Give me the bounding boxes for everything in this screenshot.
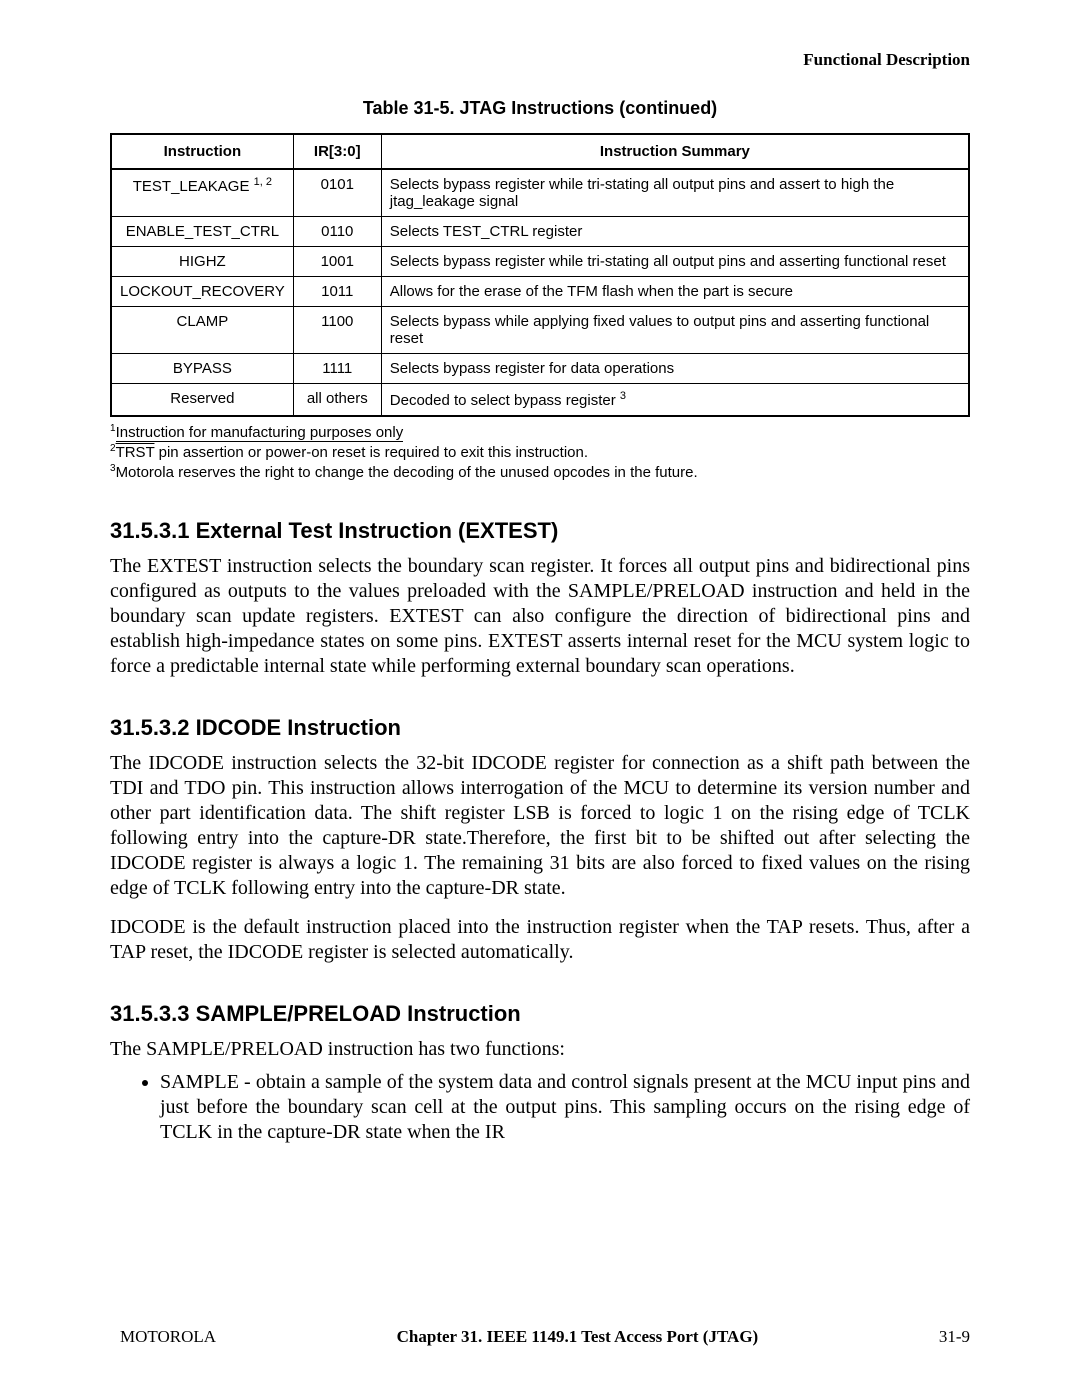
footer-left: MOTOROLA (120, 1327, 216, 1347)
table-row: TEST_LEAKAGE 1, 2 0101 Selects bypass re… (111, 169, 969, 217)
cell-ir: 1011 (293, 277, 381, 307)
cell-summary: Selects bypass register while tri-statin… (381, 169, 969, 217)
table-caption: Table 31-5. JTAG Instructions (continued… (110, 98, 970, 119)
cell-summary: Decoded to select bypass register (390, 392, 616, 409)
body-paragraph: The SAMPLE/PRELOAD instruction has two f… (110, 1037, 970, 1062)
table-header-row: Instruction IR[3:0] Instruction Summary (111, 134, 969, 169)
cell-instr: ENABLE_TEST_CTRL (111, 217, 293, 247)
table-row: CLAMP 1100 Selects bypass while applying… (111, 307, 969, 354)
cell-ir: 1111 (293, 354, 381, 384)
list-item: SAMPLE - obtain a sample of the system d… (160, 1070, 970, 1145)
cell-instr-sup: 1, 2 (254, 176, 272, 188)
cell-ir: 1100 (293, 307, 381, 354)
cell-instr: Reserved (111, 384, 293, 417)
section-heading: 31.5.3.3 SAMPLE/PRELOAD Instruction (110, 1001, 970, 1027)
running-head: Functional Description (110, 50, 970, 70)
jtag-instructions-table: Instruction IR[3:0] Instruction Summary … (110, 133, 970, 417)
footnote-2a: TRST (116, 444, 155, 461)
table-row: ENABLE_TEST_CTRL 0110 Selects TEST_CTRL … (111, 217, 969, 247)
table-row: HIGHZ 1001 Selects bypass register while… (111, 247, 969, 277)
table-row: BYPASS 1111 Selects bypass register for … (111, 354, 969, 384)
footer-mid: Chapter 31. IEEE 1149.1 Test Access Port… (216, 1327, 939, 1347)
section-heading: 31.5.3.2 IDCODE Instruction (110, 715, 970, 741)
table-row: Reserved all others Decoded to select by… (111, 384, 969, 417)
cell-instr: HIGHZ (111, 247, 293, 277)
cell-summary: Allows for the erase of the TFM flash wh… (381, 277, 969, 307)
cell-summary-sup: 3 (620, 390, 626, 402)
cell-instr: BYPASS (111, 354, 293, 384)
footer-right: 31-9 (939, 1327, 970, 1347)
col-ir: IR[3:0] (293, 134, 381, 169)
cell-summary: Selects bypass register while tri-statin… (381, 247, 969, 277)
footnote-3: Motorola reserves the right to change th… (116, 464, 698, 481)
cell-instr: LOCKOUT_RECOVERY (111, 277, 293, 307)
col-summary: Instruction Summary (381, 134, 969, 169)
footnote-2b: pin assertion or power-on reset is requi… (154, 444, 588, 461)
cell-summary: Selects TEST_CTRL register (381, 217, 969, 247)
cell-summary: Selects bypass while applying fixed valu… (381, 307, 969, 354)
table-row: LOCKOUT_RECOVERY 1011 Allows for the era… (111, 277, 969, 307)
col-instruction: Instruction (111, 134, 293, 169)
cell-instr: TEST_LEAKAGE (133, 178, 250, 195)
body-paragraph: The IDCODE instruction selects the 32-bi… (110, 751, 970, 901)
cell-ir: 0110 (293, 217, 381, 247)
footnotes: 1Instruction for manufacturing purposes … (110, 423, 970, 482)
cell-ir: 0101 (293, 169, 381, 217)
body-paragraph: IDCODE is the default instruction placed… (110, 915, 970, 965)
cell-ir: all others (293, 384, 381, 417)
bullet-list: SAMPLE - obtain a sample of the system d… (160, 1070, 970, 1145)
section-heading: 31.5.3.1 External Test Instruction (EXTE… (110, 518, 970, 544)
cell-summary: Selects bypass register for data operati… (381, 354, 969, 384)
page: Functional Description Table 31-5. JTAG … (0, 0, 1080, 1397)
cell-ir: 1001 (293, 247, 381, 277)
page-footer: MOTOROLA Chapter 31. IEEE 1149.1 Test Ac… (120, 1327, 970, 1347)
body-paragraph: The EXTEST instruction selects the bound… (110, 554, 970, 679)
cell-instr: CLAMP (111, 307, 293, 354)
footnote-1: Instruction for manufacturing purposes o… (116, 424, 404, 442)
